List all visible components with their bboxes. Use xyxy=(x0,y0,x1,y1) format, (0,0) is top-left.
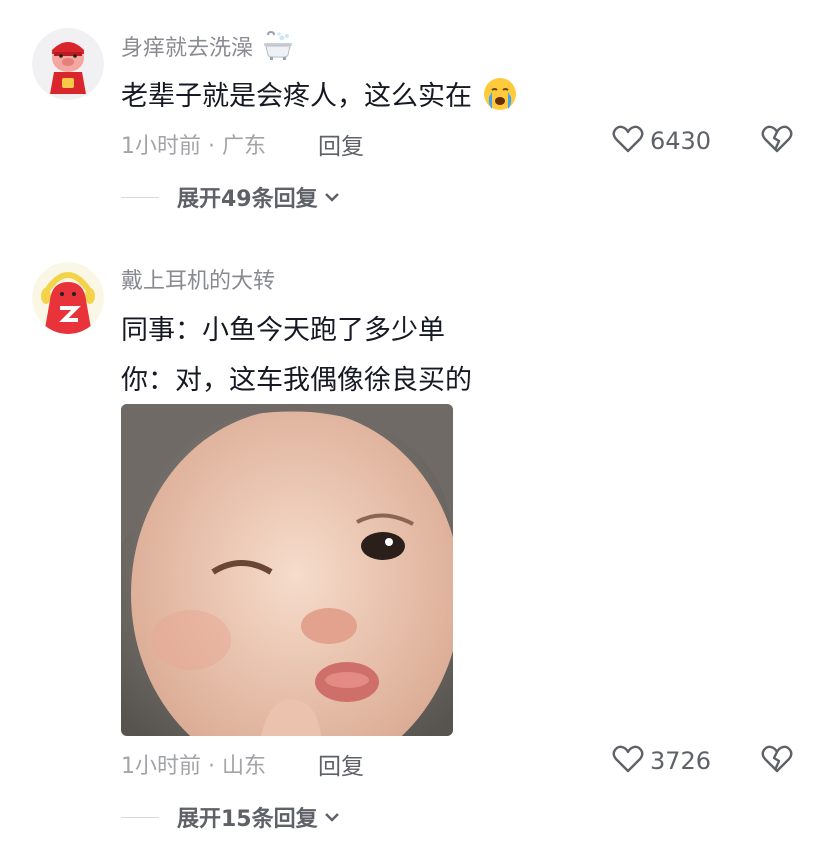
comment-image[interactable] xyxy=(121,404,453,736)
like-button[interactable]: 6430 xyxy=(612,124,711,158)
timestamp: 1小时前 xyxy=(121,134,201,159)
expand-replies-label: 展开49条回复 xyxy=(177,187,318,212)
reply-button[interactable]: 回复 xyxy=(318,127,364,161)
comment-meta: 1小时前 · 广东 xyxy=(121,128,266,160)
like-button[interactable]: 3726 xyxy=(612,744,711,778)
comment-text-content: 老辈子就是会疼人，这么实在 xyxy=(121,81,472,112)
reply-button[interactable]: 回复 xyxy=(318,747,364,781)
like-count: 6430 xyxy=(650,127,712,155)
comment-meta: 1小时前 · 山东 xyxy=(121,748,266,780)
expand-replies-button[interactable]: 展开15条回复 xyxy=(121,801,340,833)
location: 山东 xyxy=(222,754,267,779)
location: 广东 xyxy=(222,134,267,159)
divider xyxy=(121,816,159,818)
like-count: 3726 xyxy=(650,747,712,775)
username[interactable]: 身痒就去洗澡 xyxy=(121,30,294,67)
comment-text-line-1: 同事：小鱼今天跑了多少单 xyxy=(121,315,445,346)
divider xyxy=(121,196,159,198)
avatar[interactable] xyxy=(32,262,104,334)
broken-heart-icon xyxy=(760,745,794,778)
comment-text: 老辈子就是会疼人，这么实在 xyxy=(121,74,517,118)
crying-face-icon xyxy=(483,77,517,118)
heart-icon xyxy=(612,124,644,158)
dislike-button[interactable] xyxy=(760,744,794,778)
username[interactable]: 戴上耳机的大转 xyxy=(121,263,275,295)
baby-winking-photo xyxy=(121,404,453,736)
meta-separator: · xyxy=(208,134,215,159)
expand-replies-label: 展开15条回复 xyxy=(177,807,318,832)
heart-icon xyxy=(612,744,644,778)
dislike-button[interactable] xyxy=(760,124,794,158)
meta-separator: · xyxy=(208,754,215,779)
avatar[interactable] xyxy=(32,28,104,100)
username-text[interactable]: 戴上耳机的大转 xyxy=(121,269,275,294)
chevron-down-icon xyxy=(324,808,340,827)
chevron-down-icon xyxy=(324,188,340,207)
expand-replies-button[interactable]: 展开49条回复 xyxy=(121,181,340,213)
broken-heart-icon xyxy=(760,125,794,158)
comment-text-line-2: 你：对，这车我偶像徐良买的 xyxy=(121,365,472,396)
username-text[interactable]: 身痒就去洗澡 xyxy=(121,36,253,61)
timestamp: 1小时前 xyxy=(121,754,201,779)
bathtub-icon xyxy=(262,30,294,67)
